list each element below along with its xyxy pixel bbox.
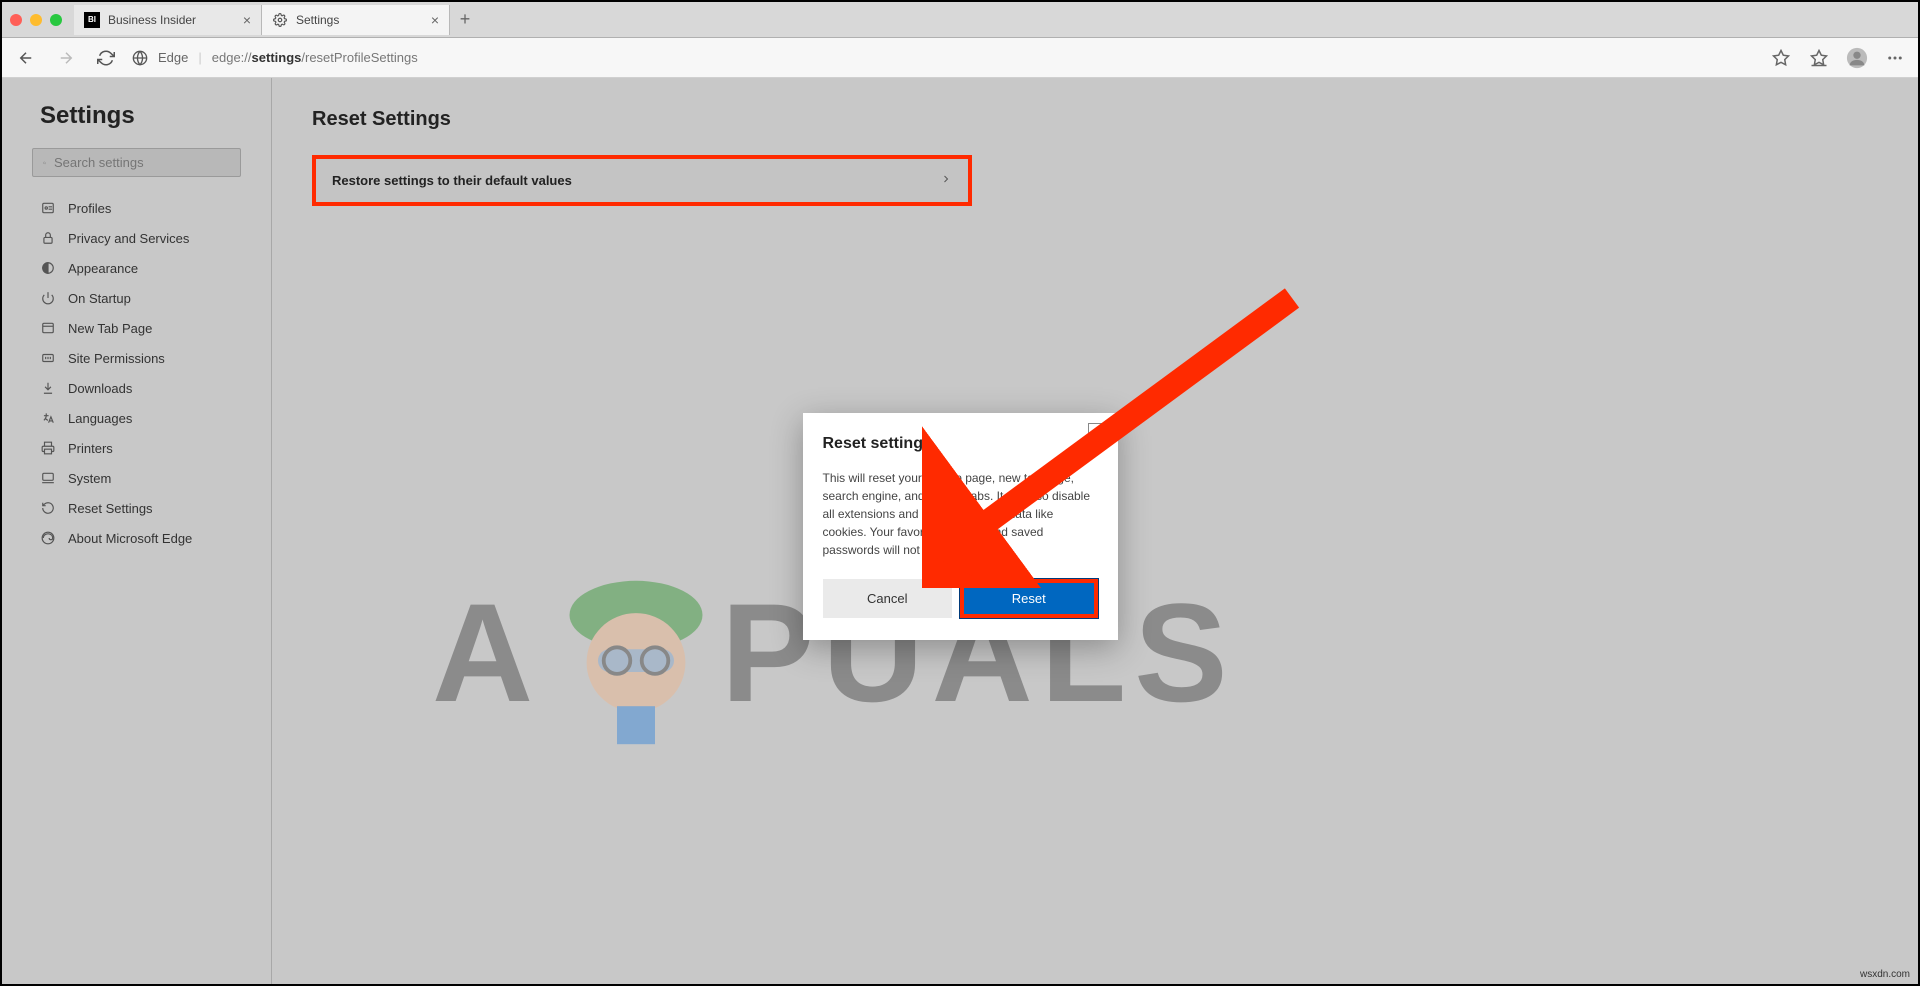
- tab-business-insider[interactable]: BI Business Insider ×: [74, 5, 262, 35]
- edge-icon: [132, 50, 148, 66]
- tab-title: Settings: [296, 13, 423, 27]
- close-tab-icon[interactable]: ×: [243, 12, 251, 28]
- credit-text: wsxdn.com: [1860, 969, 1910, 980]
- address-bar[interactable]: Edge | edge://settings/resetProfileSetti…: [132, 50, 1756, 66]
- favorite-icon[interactable]: [1768, 45, 1794, 71]
- address-app: Edge: [158, 50, 188, 65]
- tab-title: Business Insider: [108, 13, 235, 27]
- maximize-window-icon[interactable]: [50, 14, 62, 26]
- close-window-icon[interactable]: [10, 14, 22, 26]
- modal-backdrop: ✕ Reset settings This will reset your st…: [2, 78, 1918, 984]
- modal-title: Reset settings: [823, 435, 1098, 453]
- close-icon[interactable]: ✕: [1088, 423, 1108, 443]
- back-button[interactable]: [12, 44, 40, 72]
- modal-description: This will reset your startup page, new t…: [823, 469, 1098, 559]
- address-separator: |: [198, 50, 201, 65]
- reset-button[interactable]: Reset: [960, 579, 1098, 618]
- favorites-bar-icon[interactable]: [1806, 45, 1832, 71]
- minimize-window-icon[interactable]: [30, 14, 42, 26]
- tab-settings[interactable]: Settings ×: [262, 5, 450, 35]
- gear-icon: [272, 12, 288, 28]
- content: Settings Profiles Privacy and Services A…: [2, 78, 1918, 984]
- new-tab-button[interactable]: +: [450, 9, 480, 30]
- reset-settings-modal: ✕ Reset settings This will reset your st…: [803, 413, 1118, 640]
- forward-button[interactable]: [52, 44, 80, 72]
- profile-avatar-icon[interactable]: [1844, 45, 1870, 71]
- toolbar-right: [1768, 45, 1908, 71]
- cancel-button[interactable]: Cancel: [823, 579, 953, 618]
- tab-bar: BI Business Insider × Settings × +: [2, 2, 1918, 38]
- modal-actions: Cancel Reset: [823, 579, 1098, 618]
- address-url: edge://settings/resetProfileSettings: [212, 50, 418, 65]
- more-menu-icon[interactable]: [1882, 45, 1908, 71]
- bi-favicon-icon: BI: [84, 12, 100, 28]
- toolbar: Edge | edge://settings/resetProfileSetti…: [2, 38, 1918, 78]
- close-tab-icon[interactable]: ×: [431, 12, 439, 28]
- window-controls: [10, 14, 74, 26]
- refresh-button[interactable]: [92, 44, 120, 72]
